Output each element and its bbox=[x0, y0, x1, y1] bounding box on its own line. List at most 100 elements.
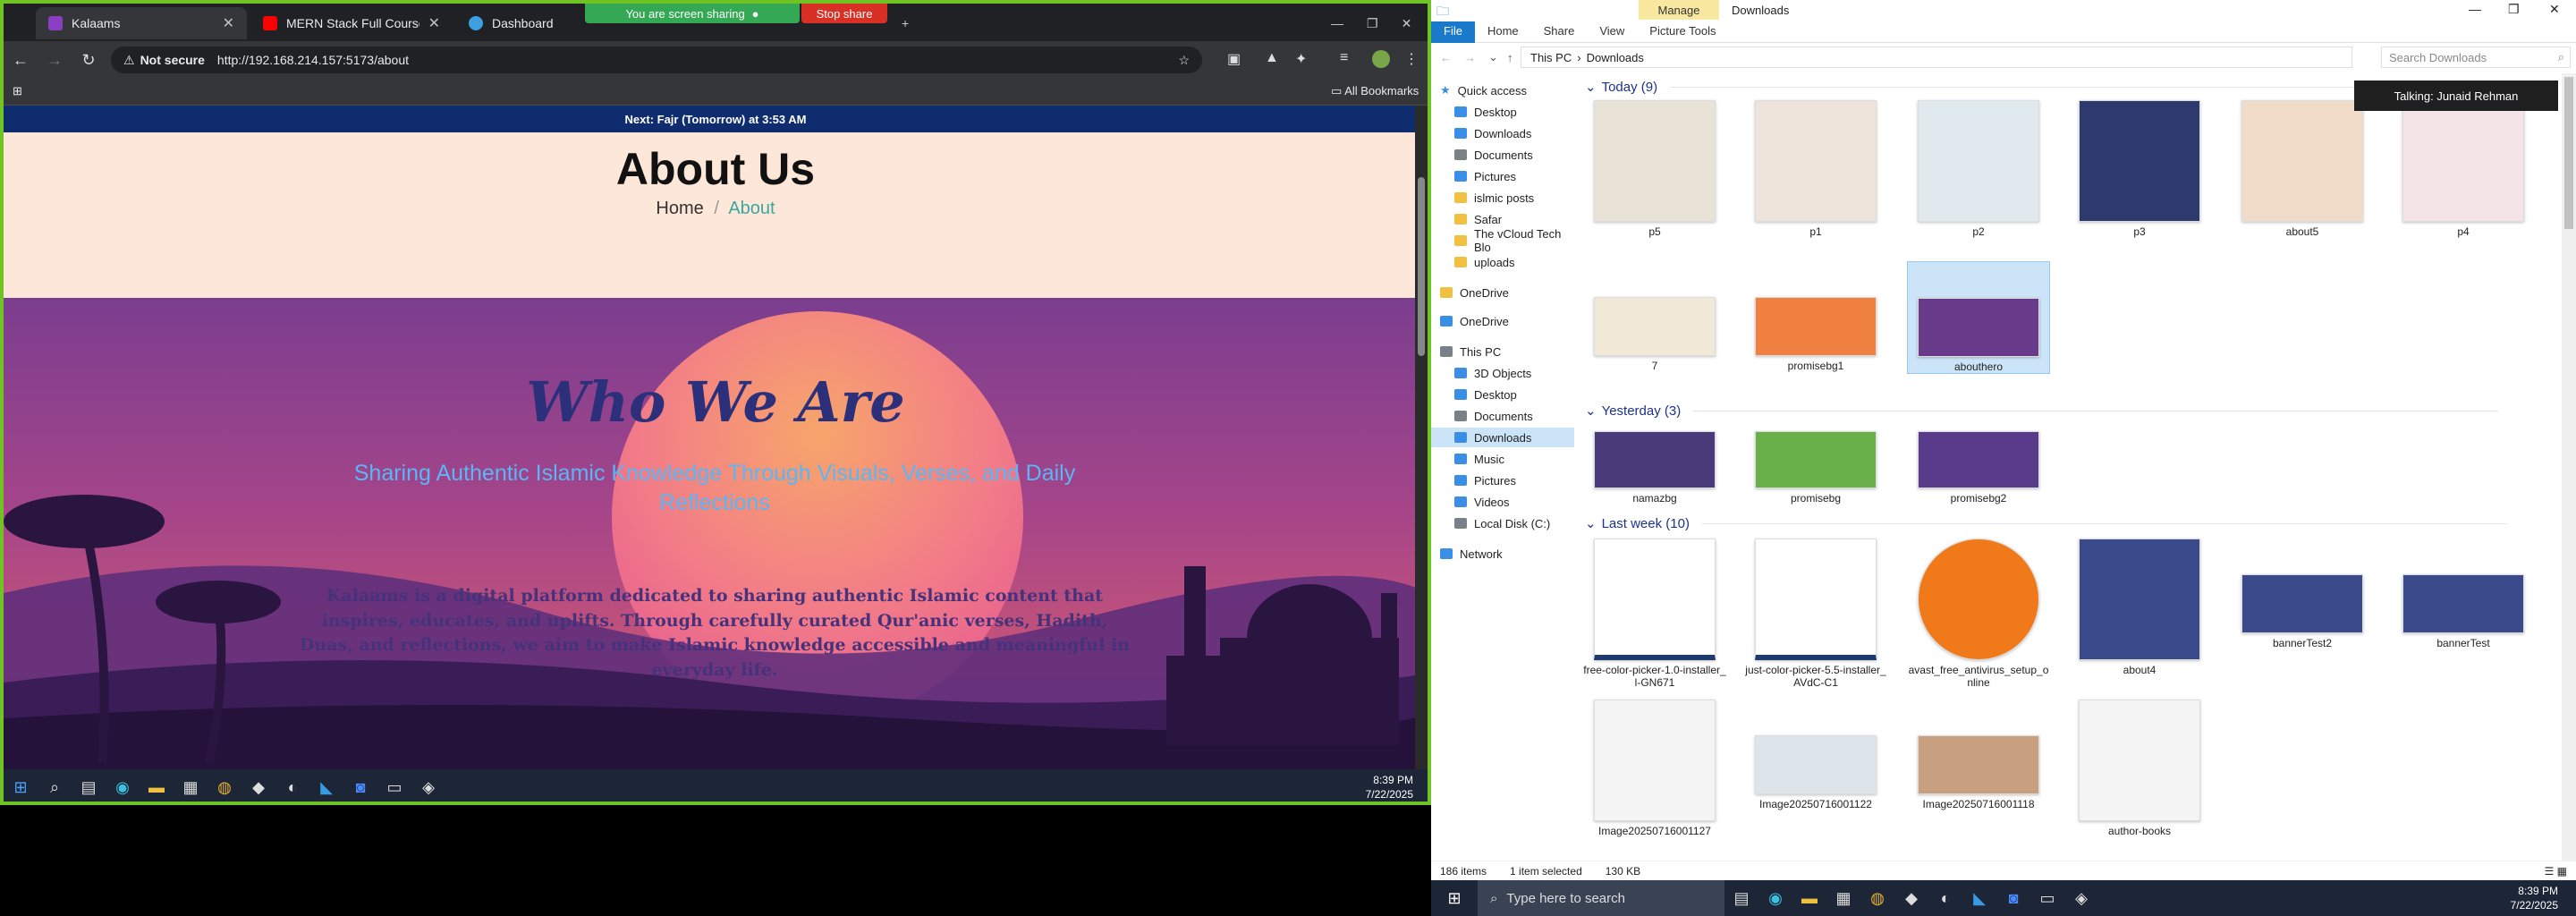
nav-item[interactable]: Safar bbox=[1431, 209, 1574, 229]
media-icon[interactable]: ≡ bbox=[1340, 50, 1348, 66]
file-item[interactable]: abouthero bbox=[1907, 261, 2050, 374]
nav-item[interactable]: islmic posts bbox=[1431, 188, 1574, 208]
file-item[interactable]: free-color-picker-1.0-installer_l-GN671 bbox=[1583, 539, 1726, 689]
search-icon[interactable]: ⌕ bbox=[38, 771, 72, 802]
remote-desktop-icon[interactable]: ◈ bbox=[411, 771, 445, 802]
zoom-icon[interactable]: ◙ bbox=[1996, 882, 2030, 914]
file-item[interactable]: avast_free_antivirus_setup_online bbox=[1907, 539, 2050, 689]
breadcrumb-home[interactable]: Home bbox=[656, 199, 703, 218]
file-item[interactable]: p2 bbox=[1907, 100, 2050, 238]
chrome-icon[interactable]: ◍ bbox=[208, 771, 242, 802]
puzzle-icon[interactable]: ✦ bbox=[1295, 50, 1307, 68]
nav-item[interactable]: Pictures bbox=[1431, 471, 1574, 490]
task-view-icon[interactable]: ▤ bbox=[1724, 882, 1758, 914]
details-view-icon[interactable]: ☰ ▦ bbox=[2545, 865, 2567, 878]
terminal-icon[interactable]: ▭ bbox=[377, 771, 411, 802]
nav-item[interactable]: OneDrive bbox=[1431, 311, 1574, 331]
pause-icon[interactable]: ● bbox=[752, 7, 759, 21]
nav-item[interactable]: Desktop bbox=[1431, 102, 1574, 122]
reload-icon[interactable]: ↻ bbox=[72, 44, 106, 76]
start-icon[interactable]: ⊞ bbox=[1431, 882, 1478, 914]
close-window-icon[interactable]: ✕ bbox=[1402, 16, 1412, 31]
minimize-icon[interactable]: — bbox=[1331, 16, 1343, 30]
nav-item[interactable]: OneDrive bbox=[1431, 283, 1574, 302]
nav-item[interactable]: Documents bbox=[1431, 406, 1574, 426]
edge-icon[interactable]: ◉ bbox=[1758, 882, 1792, 914]
vscode-icon[interactable]: ◣ bbox=[309, 771, 343, 802]
nav-item[interactable]: The vCloud Tech Blo bbox=[1431, 227, 1574, 254]
file-item[interactable]: p4 bbox=[2392, 100, 2535, 238]
tab-dashboard[interactable]: Dashboard bbox=[456, 7, 581, 39]
nav-item[interactable]: Music bbox=[1431, 449, 1574, 469]
file-item[interactable]: p3 bbox=[2068, 100, 2211, 238]
all-bookmarks[interactable]: ▭ All Bookmarks bbox=[1331, 84, 1419, 98]
app-icon[interactable]: ◆ bbox=[242, 771, 275, 802]
search-input[interactable]: Search Downloads ⌕ bbox=[2381, 47, 2571, 68]
maximize-icon[interactable]: ❐ bbox=[1367, 16, 1378, 31]
maximize-icon[interactable]: ❐ bbox=[2508, 2, 2520, 17]
github-icon[interactable]: ◐ bbox=[275, 771, 309, 802]
tab-kalaams[interactable]: Kalaams ✕ bbox=[36, 7, 247, 39]
store-icon[interactable]: ▦ bbox=[174, 771, 208, 802]
app-icon[interactable]: ◆ bbox=[1894, 882, 1928, 914]
taskbar-search-input[interactable]: ⌕ Type here to search bbox=[1478, 880, 1724, 916]
quick-access-toolbar-icon[interactable]: 🗀 bbox=[1436, 2, 1449, 23]
close-tab-icon[interactable]: ✕ bbox=[223, 14, 234, 32]
nav-item[interactable]: Videos bbox=[1431, 492, 1574, 512]
nav-item[interactable]: Desktop bbox=[1431, 385, 1574, 404]
system-clock[interactable]: 8:39 PM 7/22/2025 bbox=[2511, 884, 2558, 912]
edge-icon[interactable]: ◉ bbox=[106, 771, 140, 802]
file-item[interactable]: bannerTest bbox=[2392, 539, 2535, 649]
nav-item[interactable]: uploads bbox=[1431, 252, 1574, 272]
file-item[interactable]: promisebg1 bbox=[1744, 261, 1887, 372]
file-item[interactable]: Image20250716001127 bbox=[1583, 700, 1726, 837]
file-item[interactable]: about4 bbox=[2068, 539, 2211, 676]
stop-share-button[interactable]: Stop share bbox=[801, 4, 887, 23]
page-scrollbar[interactable] bbox=[1415, 106, 1428, 769]
remote-desktop-icon[interactable]: ◈ bbox=[2064, 882, 2098, 914]
file-item[interactable]: promisebg bbox=[1744, 424, 1887, 505]
nav-item[interactable]: This PC bbox=[1431, 342, 1574, 361]
recent-icon[interactable]: ⌄ bbox=[1488, 50, 1498, 64]
file-item[interactable]: p5 bbox=[1583, 100, 1726, 238]
terminal-icon[interactable]: ▭ bbox=[2030, 882, 2064, 914]
zoom-icon[interactable]: ◙ bbox=[343, 771, 377, 802]
file-item[interactable]: bannerTest2 bbox=[2231, 539, 2374, 649]
nav-item[interactable]: ★ Quick access bbox=[1431, 81, 1574, 100]
tab-home[interactable]: Home bbox=[1475, 21, 1531, 43]
address-bar[interactable]: This PC › Downloads bbox=[1521, 47, 2352, 68]
file-explorer-icon[interactable]: ▬ bbox=[140, 771, 174, 802]
address-bar[interactable]: ⚠ Not secure http://192.168.214.157:5173… bbox=[111, 47, 1202, 73]
minimize-icon[interactable]: — bbox=[2469, 2, 2481, 16]
file-item[interactable]: author-books bbox=[2068, 700, 2211, 837]
up-icon[interactable]: ↑ bbox=[1507, 51, 1513, 64]
nav-item[interactable]: Downloads bbox=[1431, 123, 1574, 143]
extension-icon[interactable]: ▣ bbox=[1227, 50, 1241, 68]
path-downloads[interactable]: Downloads bbox=[1587, 51, 1644, 64]
task-view-icon[interactable]: ▤ bbox=[72, 771, 106, 802]
file-item[interactable]: just-color-picker-5.5-installer_AVdC-C1 bbox=[1744, 539, 1887, 689]
content-scrollbar[interactable] bbox=[2562, 73, 2576, 861]
apps-grid-icon[interactable]: ⊞ bbox=[13, 84, 22, 98]
file-item[interactable]: 7 bbox=[1583, 261, 1726, 372]
github-icon[interactable]: ◐ bbox=[1928, 882, 1962, 914]
group-header-today[interactable]: ⌄ Today (9) bbox=[1585, 79, 2475, 96]
nav-item[interactable]: Pictures bbox=[1431, 166, 1574, 186]
back-icon[interactable]: ← bbox=[4, 44, 38, 76]
file-item[interactable]: Image20250716001118 bbox=[1907, 700, 2050, 810]
share-tab-icon[interactable]: ▲ bbox=[1265, 50, 1279, 66]
forward-icon[interactable]: → bbox=[38, 44, 72, 76]
bookmark-star-icon[interactable]: ☆ bbox=[1178, 53, 1190, 68]
vscode-icon[interactable]: ◣ bbox=[1962, 882, 1996, 914]
group-header-last-week[interactable]: ⌄ Last week (10) bbox=[1585, 515, 2507, 532]
tab-picture-tools[interactable]: Picture Tools bbox=[1637, 21, 1728, 43]
nav-item[interactable]: Downloads bbox=[1431, 428, 1574, 447]
back-icon[interactable]: ← bbox=[1440, 51, 1452, 64]
file-item[interactable]: p1 bbox=[1744, 100, 1887, 238]
nav-item[interactable]: Network bbox=[1431, 544, 1574, 564]
forward-icon[interactable]: → bbox=[1464, 51, 1476, 64]
tab-file[interactable]: File bbox=[1431, 21, 1475, 43]
nav-item[interactable]: Local Disk (C:) bbox=[1431, 513, 1574, 533]
manage-context-tab[interactable]: Manage bbox=[1639, 0, 1719, 20]
chrome-icon[interactable]: ◍ bbox=[1860, 882, 1894, 914]
